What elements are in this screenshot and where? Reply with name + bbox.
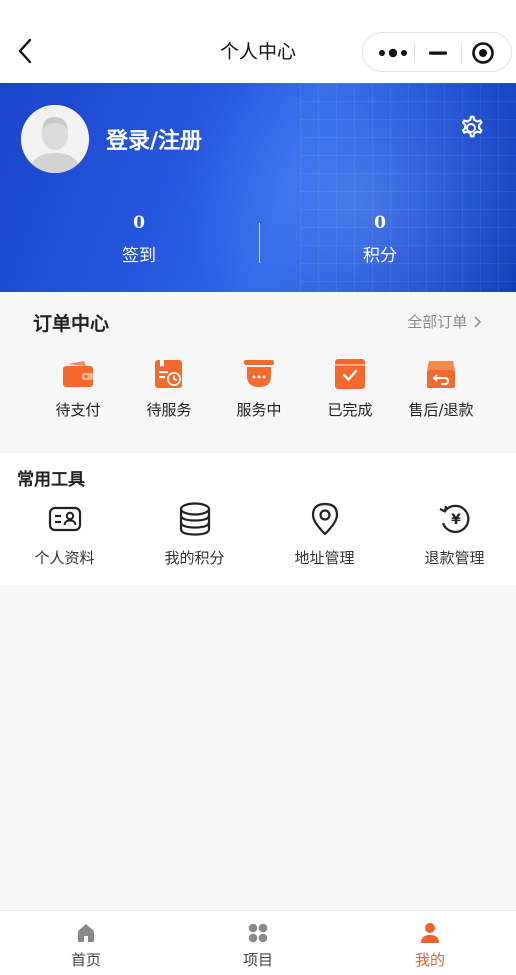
- tool-label: 个人资料: [34, 549, 95, 567]
- minimize-icon[interactable]: [427, 44, 449, 62]
- location-pin-icon: [311, 502, 338, 536]
- tab-label: 首页: [70, 951, 101, 969]
- order-label: 售后/退款: [408, 401, 474, 419]
- mini-program-capsule: [362, 32, 512, 72]
- top-navbar: 个人中心: [0, 0, 516, 83]
- refund-yen-icon: ¥: [439, 504, 469, 533]
- tab-mine[interactable]: 我的: [344, 911, 516, 975]
- section-title: 订单中心: [33, 313, 110, 335]
- home-icon: [78, 924, 94, 942]
- svg-text:¥: ¥: [451, 512, 461, 528]
- tab-projects[interactable]: 项目: [172, 911, 344, 975]
- capsule-divider: [414, 43, 415, 63]
- tab-label: 项目: [242, 951, 273, 969]
- tool-label: 我的积分: [164, 549, 225, 567]
- gear-icon[interactable]: [456, 113, 486, 143]
- stat-value: 0: [133, 213, 145, 233]
- tool-refund[interactable]: ¥ 退款管理: [390, 501, 516, 568]
- calendar-clock-icon: [155, 360, 182, 388]
- return-box-icon: [427, 361, 455, 388]
- service-bell-icon: [244, 360, 274, 387]
- section-title: 常用工具: [17, 470, 85, 490]
- capsule-divider: [461, 43, 462, 63]
- grid-dots-icon: [248, 923, 268, 943]
- tab-home[interactable]: 首页: [0, 911, 172, 975]
- id-card-icon: [48, 506, 81, 532]
- order-center: 订单中心 全部订单 待支付 待服务 服务中 已完成 售后/退款: [0, 292, 516, 453]
- stat-label: 签到: [122, 246, 156, 266]
- profile-banner: 登录/注册 0 签到 0 积分: [0, 83, 516, 292]
- order-completed[interactable]: 已完成: [305, 358, 395, 420]
- coins-stack-icon: [179, 502, 210, 536]
- stat-checkin[interactable]: 0 签到: [10, 213, 268, 266]
- stat-value: 0: [374, 213, 386, 233]
- bottom-tabbar: 首页 项目 我的: [0, 910, 516, 975]
- person-icon: [421, 923, 439, 943]
- order-label: 待支付: [55, 401, 101, 419]
- order-label: 服务中: [236, 401, 282, 419]
- check-box-icon: [335, 359, 365, 389]
- all-orders-link[interactable]: 全部订单: [407, 311, 482, 332]
- tool-points[interactable]: 我的积分: [130, 501, 259, 568]
- chevron-right-icon: [474, 316, 482, 328]
- tool-label: 退款管理: [424, 549, 485, 567]
- order-label: 已完成: [327, 401, 373, 419]
- more-dots-icon[interactable]: [377, 44, 411, 62]
- stat-label: 积分: [363, 246, 397, 266]
- order-pending-payment[interactable]: 待支付: [33, 358, 123, 420]
- tool-label: 地址管理: [294, 549, 355, 567]
- wallet-icon: [63, 361, 93, 387]
- user-avatar-icon[interactable]: [21, 105, 89, 173]
- common-tools: 常用工具 个人资料 我的积分 地址管理 ¥ 退款管理: [0, 453, 516, 585]
- tool-address[interactable]: 地址管理: [260, 501, 389, 568]
- stat-points[interactable]: 0 积分: [251, 213, 509, 266]
- order-in-service[interactable]: 服务中: [214, 358, 304, 420]
- tab-label: 我的: [414, 951, 445, 969]
- order-label: 待服务: [146, 401, 192, 419]
- tool-profile[interactable]: 个人资料: [0, 501, 129, 568]
- order-after-sale[interactable]: 售后/退款: [396, 358, 486, 420]
- close-target-icon[interactable]: [471, 41, 495, 65]
- all-orders-label: 全部订单: [407, 313, 468, 331]
- login-register-link[interactable]: 登录/注册: [106, 123, 202, 155]
- order-pending-service[interactable]: 待服务: [124, 358, 214, 420]
